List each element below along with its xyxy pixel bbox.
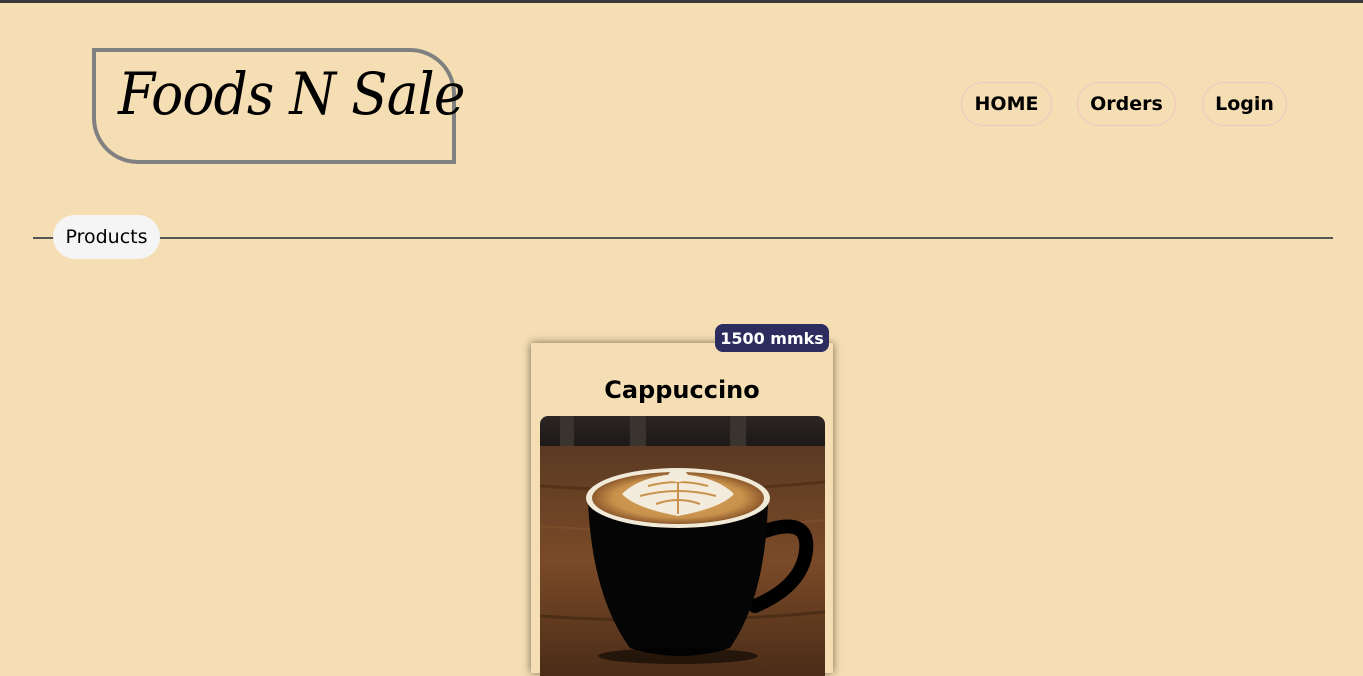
top-border [0, 0, 1363, 3]
nav-orders-button[interactable]: Orders [1077, 82, 1176, 126]
nav-home-button[interactable]: HOME [961, 82, 1052, 126]
price-badge: 1500 mmks [715, 324, 829, 352]
site-logo[interactable]: Foods N Sale [92, 48, 465, 164]
section-divider [33, 237, 1333, 239]
nav-login-button[interactable]: Login [1202, 82, 1287, 126]
section-heading-products: Products [53, 215, 160, 259]
logo-text: Foods N Sale [118, 60, 465, 128]
product-name: Cappuccino [604, 376, 760, 404]
coffee-cup-image[interactable] [540, 416, 825, 676]
